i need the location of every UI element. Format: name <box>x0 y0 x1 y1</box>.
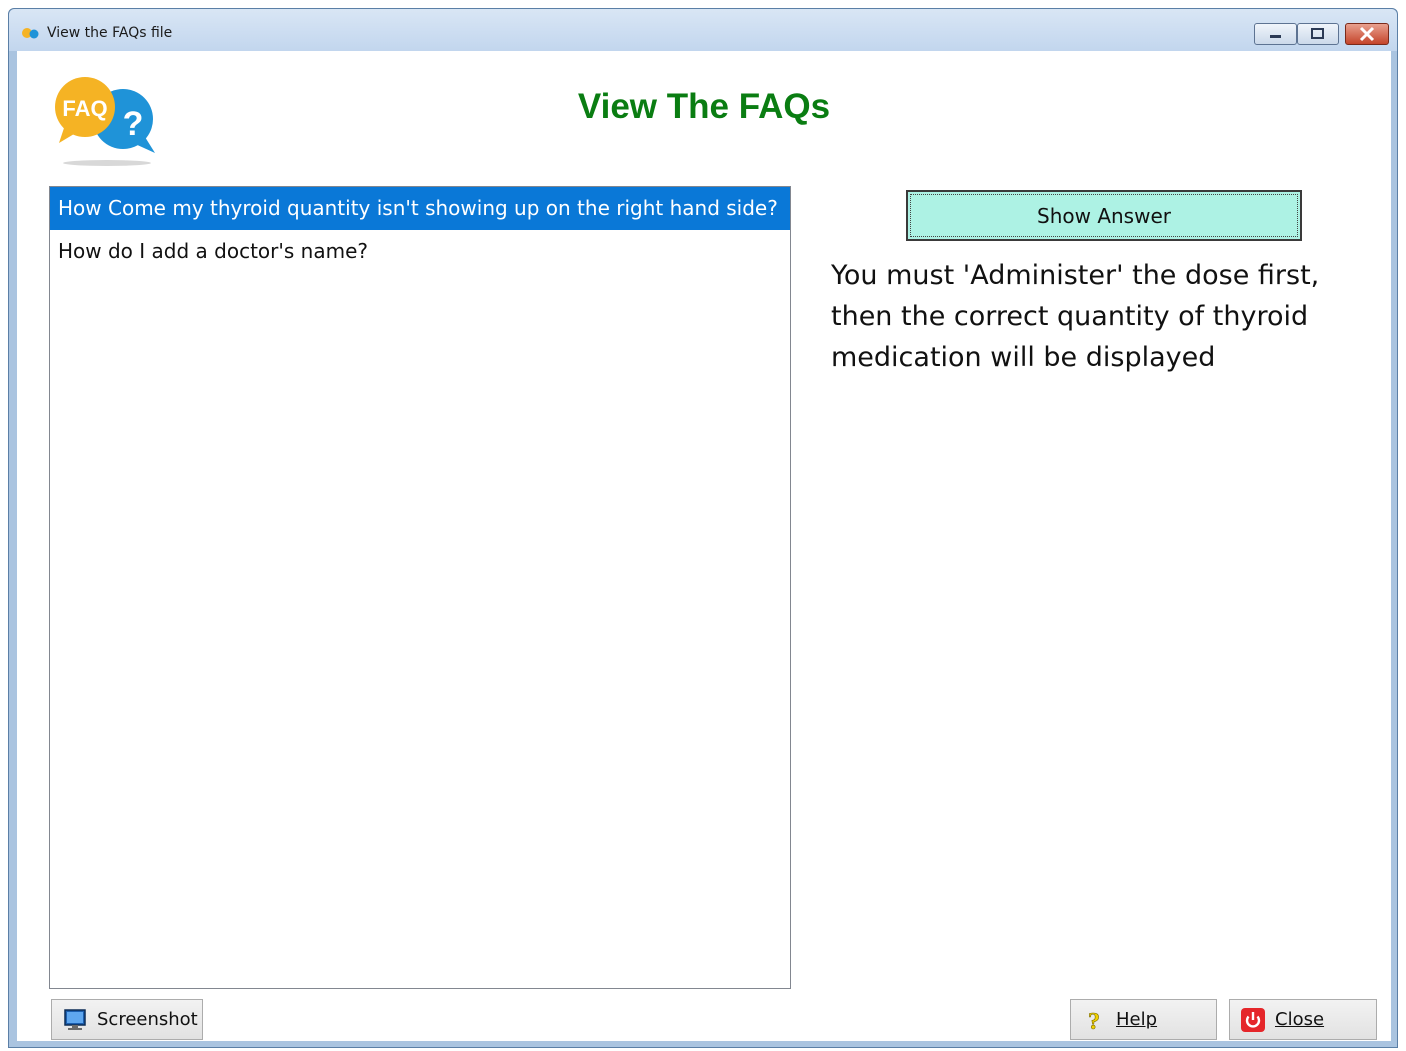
faq-question-list[interactable]: How Come my thyroid quantity isn't showi… <box>49 186 791 989</box>
power-icon <box>1241 1007 1265 1032</box>
faq-window: View the FAQs file FAQ ? View The FAQs H… <box>8 8 1398 1048</box>
close-label: Close <box>1275 1009 1325 1030</box>
screenshot-button[interactable]: Screenshot <box>51 999 203 1040</box>
title-bar[interactable]: View the FAQs file <box>9 9 1397 51</box>
list-item[interactable]: How Come my thyroid quantity isn't showi… <box>50 187 790 230</box>
window-title: View the FAQs file <box>47 25 173 41</box>
minimize-button[interactable] <box>1254 23 1297 45</box>
app-icon <box>22 28 39 39</box>
monitor-icon <box>64 1008 86 1030</box>
client-area: FAQ ? View The FAQs How Come my thyroid … <box>17 51 1391 1041</box>
show-answer-button[interactable]: Show Answer <box>906 190 1302 241</box>
screenshot-label: Screenshot <box>97 1009 198 1030</box>
window-close-button[interactable] <box>1345 23 1389 45</box>
answer-text: You must 'Administer' the dose first, th… <box>831 260 1320 373</box>
close-button[interactable]: Close <box>1229 999 1377 1040</box>
question-mark-icon: ? <box>1088 1008 1101 1032</box>
maximize-button[interactable] <box>1297 23 1339 45</box>
svg-text:?: ? <box>1088 1009 1100 1032</box>
help-button[interactable]: ? Help <box>1070 999 1217 1040</box>
list-item[interactable]: How do I add a doctor's name? <box>50 230 790 273</box>
help-label: Help <box>1116 1009 1158 1030</box>
page-title: View The FAQs <box>577 87 831 126</box>
